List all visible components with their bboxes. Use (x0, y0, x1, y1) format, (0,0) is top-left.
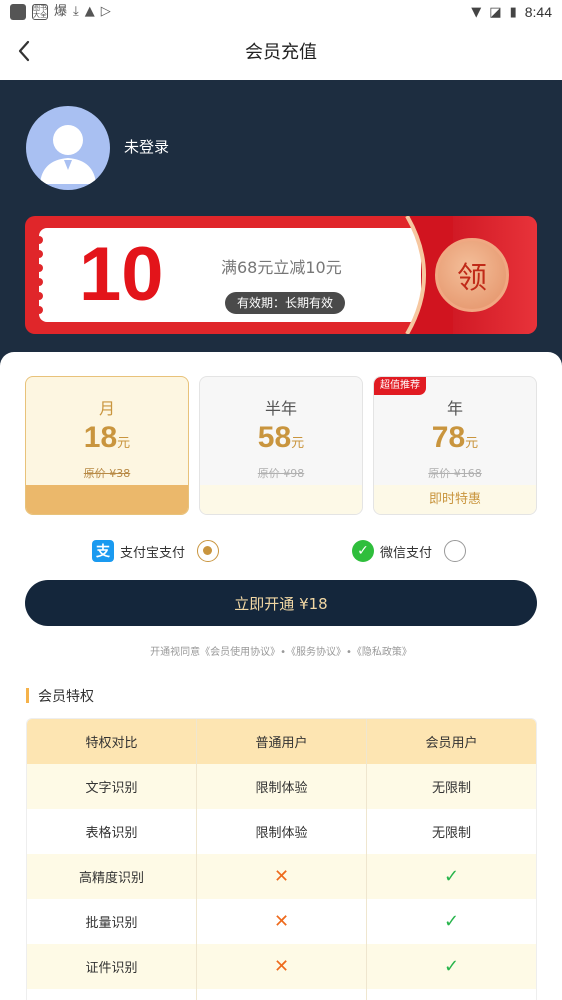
default-user-icon (40, 125, 96, 184)
plan-original-price: 原价 ¥38 (83, 467, 131, 480)
book-app-icon: 图书 大全 (32, 4, 48, 20)
plan-footer (26, 485, 188, 514)
status-bar: 图书 大全 爆 ⤓ ▲ ▷ ▼ ◪ ▮ 8:44 (0, 0, 562, 24)
table-cell: 文字识别 (27, 764, 197, 809)
pay-label: 微信支付 (380, 545, 433, 561)
wifi-icon: ▼ (471, 4, 482, 20)
pay-option-wechat[interactable]: ✓ 微信支付 (352, 538, 467, 564)
plan-monthly[interactable]: 月 18元 原价 ¥38 (25, 376, 189, 515)
plan-name: 月 (98, 399, 115, 418)
table-cell: 证件识别 (27, 944, 197, 989)
pay-option-alipay[interactable]: 支 支付宝支付 (92, 538, 220, 564)
table-header: 普通用户 (197, 719, 367, 764)
wechat-radio[interactable] (444, 540, 467, 562)
app-header: 会员充值 (0, 24, 562, 78)
alipay-radio[interactable] (197, 540, 220, 562)
no-sim-icon: ◪ (489, 4, 502, 20)
battery-icon: ▮ (509, 4, 517, 20)
recommend-badge: 超值推荐 (374, 377, 426, 395)
table-cell: 无限制 (431, 781, 471, 796)
table-cell: 限制体验 (197, 764, 367, 809)
table-row: 证件识别 ✕ ✓ (27, 944, 536, 989)
plan-footer: 即时特惠 (374, 485, 536, 514)
table-row: 文字识别 限制体验 无限制 (27, 764, 536, 809)
notification-glyph: 爆 (54, 4, 68, 19)
check-icon: ✓ (443, 866, 460, 887)
plan-original-price: 原价 ¥168 (428, 467, 482, 480)
coupon-description: 满68元立减10元 (221, 258, 342, 277)
cross-icon: ✕ (273, 866, 290, 887)
table-cell: 高精度识别 (27, 854, 197, 899)
agreement-text[interactable]: 开通视同意《会员使用协议》•《服务协议》•《隐私政策》 (0, 643, 562, 658)
wechat-pay-icon: ✓ (352, 540, 374, 562)
back-arrow-icon[interactable] (14, 38, 36, 64)
plan-price: 58元 (257, 421, 305, 454)
plan-yearly[interactable]: 超值推荐 年 78元 原价 ¥168 即时特惠 (373, 376, 537, 515)
avatar[interactable] (26, 106, 110, 190)
cross-icon: ✕ (273, 911, 290, 932)
coupon-validity: 有效期：长期有效 (225, 292, 346, 314)
pay-label: 支付宝支付 (120, 545, 186, 561)
coupon-amount: 10 (79, 232, 164, 317)
claim-coupon-button[interactable]: 领 (435, 238, 509, 312)
check-icon: ✓ (443, 956, 460, 977)
coupon-card: 10 满68元立减10元 有效期：长期有效 领 (25, 216, 537, 334)
a-icon: ▲ (84, 4, 95, 19)
alipay-icon: 支 (92, 540, 114, 562)
download-icon: ⤓ (73, 4, 79, 19)
plan-original-price: 原价 ¥98 (257, 467, 305, 480)
page-title: 会员充值 (245, 42, 317, 63)
table-row: 批量识别 ✕ ✓ (27, 899, 536, 944)
plan-half-year[interactable]: 半年 58元 原价 ¥98 (199, 376, 363, 515)
table-cell: 限制体验 (197, 809, 367, 854)
plan-footer (200, 485, 362, 514)
clock: 8:44 (524, 4, 552, 20)
table-header-row: 特权对比 普通用户 会员用户 (27, 719, 536, 764)
table-cell: 批量识别 (27, 899, 197, 944)
plan-price: 78元 (431, 421, 479, 454)
plan-name: 半年 (264, 399, 297, 418)
table-cell: 表格识别 (27, 809, 197, 854)
plan-name: 年 (446, 399, 463, 418)
app-notification-icon (10, 4, 26, 20)
login-status[interactable]: 未登录 (124, 136, 169, 157)
table-row: 高精度识别 ✕ ✓ (27, 854, 536, 899)
play-store-icon: ▷ (100, 4, 111, 19)
plan-price: 18元 (83, 421, 131, 454)
subscribe-button[interactable]: 立即开通 ¥18 (25, 580, 537, 626)
coupon-scallop-edge (35, 236, 43, 314)
check-icon: ✓ (443, 911, 460, 932)
table-header: 特权对比 (27, 719, 197, 764)
table-row: 表格识别 限制体验 无限制 (27, 809, 536, 854)
table-cell: 无限制 (431, 826, 471, 841)
table-header: 会员用户 (425, 736, 478, 751)
table-row (27, 989, 536, 1000)
cross-icon: ✕ (273, 956, 290, 977)
section-title: 会员特权 (26, 686, 94, 706)
privilege-table: 特权对比 普通用户 会员用户 文字识别 限制体验 无限制 表格识别 限制体验 无… (26, 718, 537, 1000)
coupon-body: 10 满68元立减10元 有效期：长期有效 (39, 228, 459, 322)
